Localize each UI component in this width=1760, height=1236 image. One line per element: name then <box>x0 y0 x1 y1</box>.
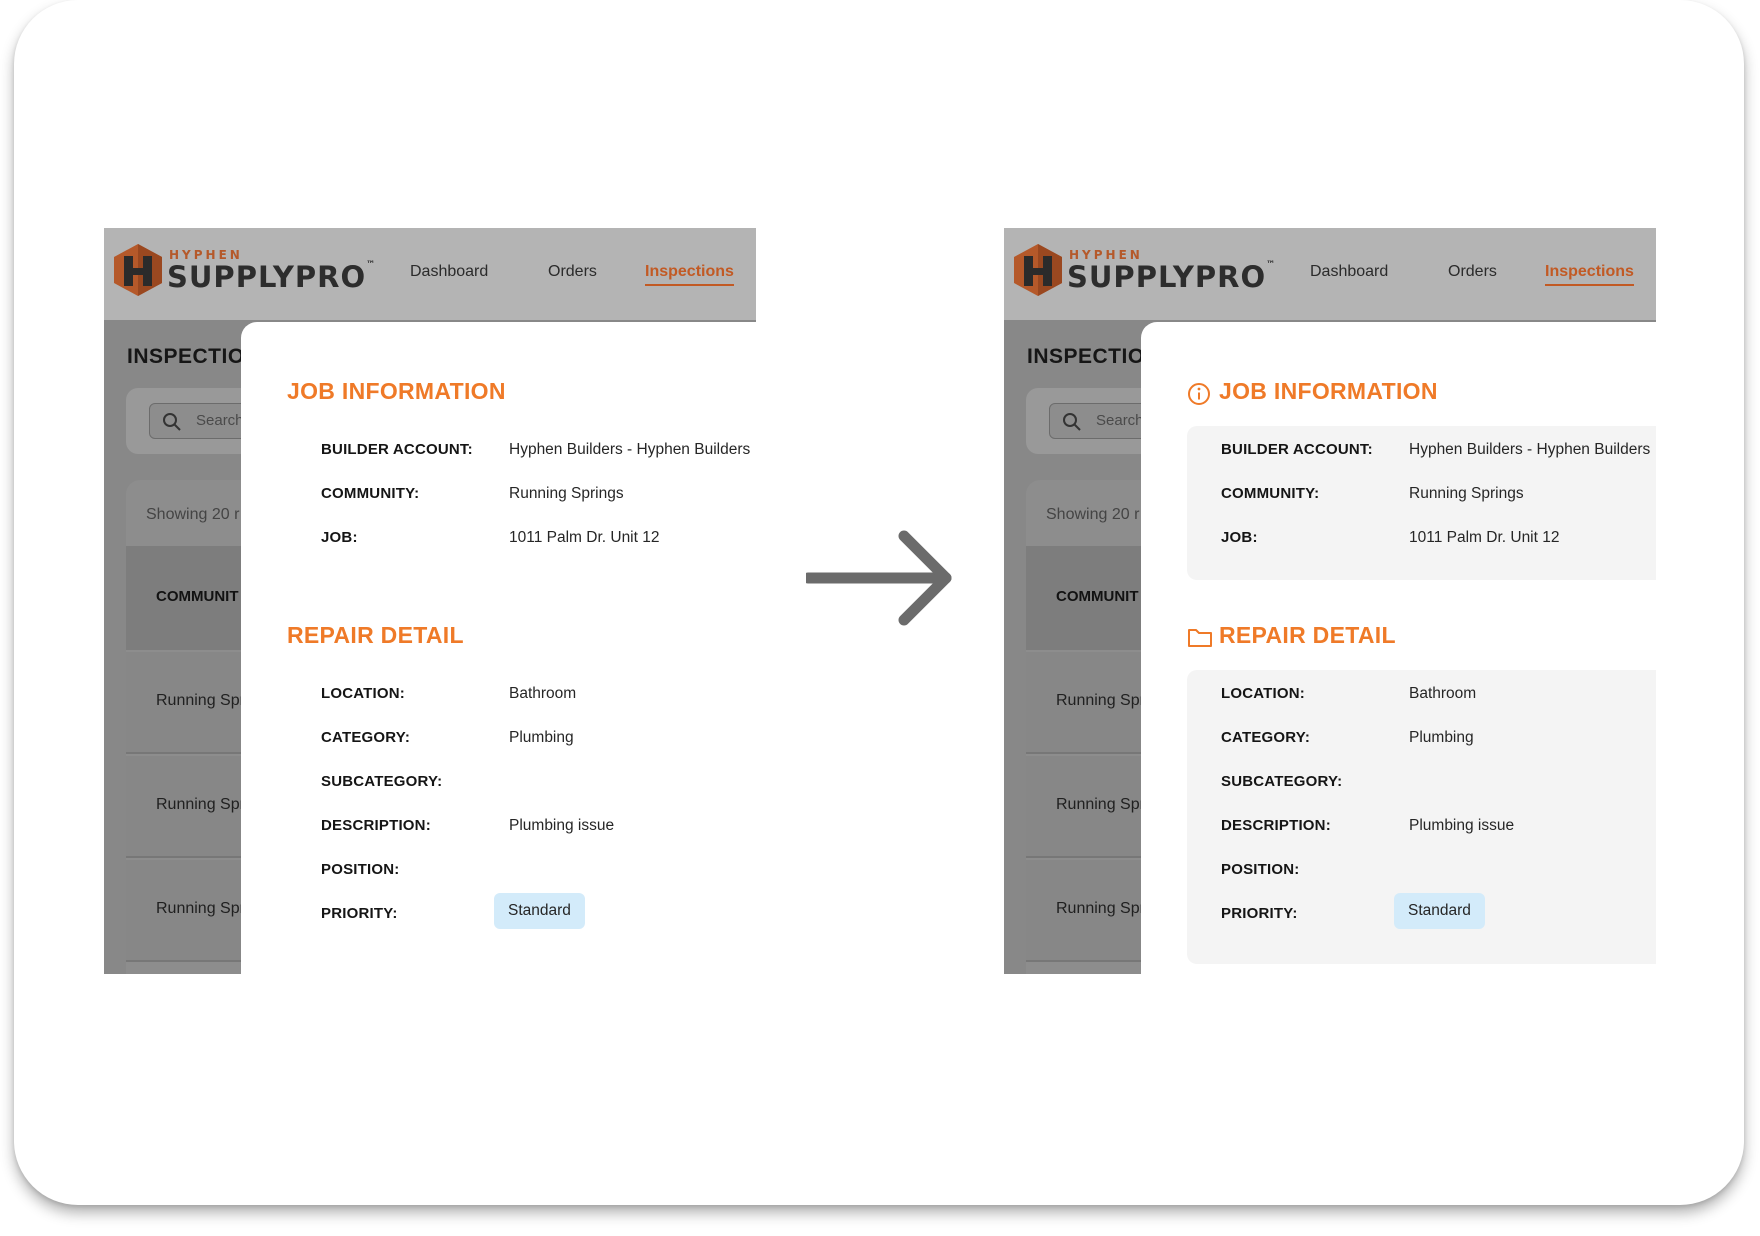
field-value: Hyphen Builders - Hyphen Builders <box>1409 441 1651 458</box>
field-value: 1011 Palm Dr. Unit 12 <box>1409 529 1560 546</box>
nav-inspections[interactable]: Inspections <box>1545 263 1634 286</box>
field-label: CATEGORY: <box>321 729 411 746</box>
table-cell: Running Spr <box>1056 900 1145 917</box>
field-value: Bathroom <box>1409 685 1477 702</box>
results-count: Showing 20 r <box>1046 506 1140 523</box>
field-value: Hyphen Builders - Hyphen Builders <box>509 441 751 458</box>
results-count: Showing 20 r <box>146 506 240 523</box>
table-cell: Running Spr <box>156 900 245 917</box>
field-label: JOB: <box>321 529 358 546</box>
supplypro-logo[interactable]: HYPHEN SUPPLYPRO™ <box>112 242 376 302</box>
logo-big-text: SUPPLYPRO™ <box>1067 260 1276 294</box>
nav-orders[interactable]: Orders <box>1448 263 1497 281</box>
arrow-right-icon <box>806 530 952 626</box>
nav-dashboard[interactable]: Dashboard <box>410 263 488 281</box>
repair-detail-title: REPAIR DETAIL <box>287 622 464 648</box>
field-label: PRIORITY: <box>1221 905 1298 922</box>
repair-detail-title: REPAIR DETAIL <box>1219 622 1396 648</box>
field-value: Plumbing <box>1409 729 1474 746</box>
field-label: COMMUNITY: <box>321 485 420 502</box>
field-label: DESCRIPTION: <box>321 817 431 834</box>
top-navigation-bar: HYPHEN SUPPLYPRO™ Dashboard Orders Inspe… <box>1004 228 1656 320</box>
folder-icon <box>1188 629 1212 647</box>
field-value: Plumbing issue <box>509 817 615 834</box>
field-label: LOCATION: <box>321 685 406 702</box>
search-placeholder: Search <box>1096 412 1144 429</box>
field-value: Plumbing issue <box>1409 817 1515 834</box>
hexagon-logo-icon <box>114 244 162 296</box>
field-label: PRIORITY: <box>321 905 398 922</box>
search-icon <box>163 413 181 431</box>
nav-orders[interactable]: Orders <box>548 263 597 281</box>
search-placeholder: Search <box>196 412 244 429</box>
supplypro-logo[interactable]: HYPHEN SUPPLYPRO™ <box>1012 242 1276 302</box>
after-screenshot: HYPHEN SUPPLYPRO™ Dashboard Orders Inspe… <box>1004 228 1656 974</box>
column-header-community: COMMUNIT <box>156 588 239 605</box>
inspection-detail-modal: JOB INFORMATION BUILDER ACCOUNT: Hyphen … <box>241 322 756 974</box>
priority-badge: Standard <box>494 893 585 929</box>
field-value: Plumbing <box>509 729 574 746</box>
field-label: SUBCATEGORY: <box>1221 773 1343 790</box>
field-value: Running Springs <box>1409 485 1524 502</box>
field-label: CATEGORY: <box>1221 729 1311 746</box>
field-label: DESCRIPTION: <box>1221 817 1331 834</box>
field-label: JOB: <box>1221 529 1258 546</box>
field-label: BUILDER ACCOUNT: <box>321 441 473 458</box>
nav-inspections[interactable]: Inspections <box>645 263 734 286</box>
field-label: POSITION: <box>321 861 400 878</box>
nav-dashboard[interactable]: Dashboard <box>1310 263 1388 281</box>
field-value: Running Springs <box>509 485 624 502</box>
field-value: 1011 Palm Dr. Unit 12 <box>509 529 660 546</box>
field-label: LOCATION: <box>1221 685 1306 702</box>
table-cell: Running Spr <box>1056 692 1145 709</box>
inspection-detail-modal: JOB INFORMATION BUILDER ACCOUNT: Hyphen … <box>1141 322 1656 974</box>
column-header-community: COMMUNIT <box>1056 588 1139 605</box>
page-title: INSPECTIO <box>1027 345 1145 368</box>
job-information-title: JOB INFORMATION <box>287 378 506 404</box>
field-label: POSITION: <box>1221 861 1300 878</box>
field-value: Bathroom <box>509 685 577 702</box>
before-screenshot: HYPHEN SUPPLYPRO™ Dashboard Orders Inspe… <box>104 228 756 974</box>
field-label: COMMUNITY: <box>1221 485 1320 502</box>
info-icon <box>1188 383 1210 405</box>
table-cell: Running Spr <box>156 796 245 813</box>
field-label: SUBCATEGORY: <box>321 773 443 790</box>
job-information-title: JOB INFORMATION <box>1219 378 1438 404</box>
priority-badge: Standard <box>1394 893 1485 929</box>
field-label: BUILDER ACCOUNT: <box>1221 441 1373 458</box>
table-cell: Running Spr <box>1056 796 1145 813</box>
top-navigation-bar: HYPHEN SUPPLYPRO™ Dashboard Orders Inspe… <box>104 228 756 320</box>
logo-big-text: SUPPLYPRO™ <box>167 260 376 294</box>
table-cell: Running Spr <box>156 692 245 709</box>
hexagon-logo-icon <box>1014 244 1062 296</box>
page-title: INSPECTIO <box>127 345 245 368</box>
search-icon <box>1063 413 1081 431</box>
